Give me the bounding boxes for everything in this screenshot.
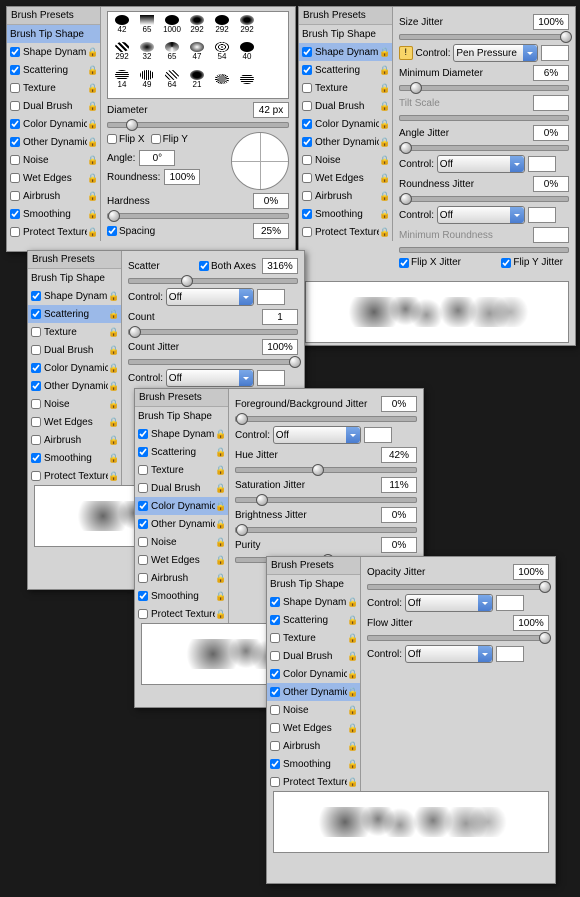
fgbg-control-select[interactable]: Off — [273, 426, 361, 444]
si-other-sel[interactable]: Other Dynamics🔒 — [267, 683, 360, 701]
fgbg-label: Foreground/Background Jitter — [235, 399, 367, 410]
fgbg-input[interactable] — [381, 396, 417, 412]
bp-header[interactable]: Brush Presets — [299, 7, 392, 25]
lock-icon: 🔒 — [87, 47, 97, 58]
si-wet[interactable]: Wet Edges🔒 — [7, 169, 100, 187]
si-dual[interactable]: Dual Brush🔒 — [7, 97, 100, 115]
opacity-control-select[interactable]: Off — [405, 594, 493, 612]
flipy-jitter[interactable]: Flip Y Jitter — [501, 257, 563, 268]
opacity-label: Opacity Jitter — [367, 567, 425, 578]
diameter-input[interactable] — [253, 102, 289, 118]
si-scatter[interactable]: Scattering🔒 — [7, 61, 100, 79]
hardness-input[interactable] — [253, 193, 289, 209]
cjitter-control-select[interactable]: Off — [166, 369, 254, 387]
opacity-input[interactable] — [513, 564, 549, 580]
angle-widget[interactable]: ▶ — [231, 132, 289, 190]
angle-control-select[interactable]: Off — [437, 155, 525, 173]
tip-shape[interactable]: Brush Tip Shape — [7, 25, 100, 43]
spacing-input[interactable] — [253, 223, 289, 239]
roundness-input[interactable] — [164, 169, 200, 185]
panel-shape-dynamics: Brush Presets Brush Tip Shape Shape Dyna… — [298, 6, 576, 346]
preview — [305, 281, 569, 343]
flow-input[interactable] — [513, 615, 549, 631]
panel-brush-tip: Brush Presets Brush Tip Shape Shape Dyna… — [6, 6, 296, 252]
round-control-select[interactable]: Off — [437, 206, 525, 224]
size-jitter-input[interactable] — [533, 14, 569, 30]
purity-input[interactable] — [381, 537, 417, 553]
size-control-select[interactable]: Pen Pressure — [453, 44, 538, 62]
si-noise[interactable]: Noise🔒 — [7, 151, 100, 169]
si-texture[interactable]: Texture🔒 — [7, 79, 100, 97]
si-other[interactable]: Other Dynamics🔒 — [7, 133, 100, 151]
flipx-jitter[interactable]: Flip X Jitter — [399, 257, 461, 268]
preview — [273, 791, 549, 853]
min-dia-input[interactable] — [533, 65, 569, 81]
flipx[interactable]: Flip X — [107, 134, 145, 145]
count-jitter-input[interactable] — [262, 339, 298, 355]
si-color[interactable]: Color Dynamics🔒 — [7, 115, 100, 133]
angle-input[interactable] — [139, 150, 175, 166]
count-input[interactable] — [262, 309, 298, 325]
si-shape[interactable]: Shape Dynamics🔒 — [7, 43, 100, 61]
flow-control-select[interactable]: Off — [405, 645, 493, 663]
scatter-control-select[interactable]: Off — [166, 288, 254, 306]
tip[interactable]: Brush Tip Shape — [299, 25, 392, 43]
brush-swatches[interactable]: 42651000292292292 2923265475440 14496421 — [107, 11, 289, 99]
both-axes[interactable]: Both Axes — [199, 261, 256, 272]
hue-input[interactable] — [381, 447, 417, 463]
sidebar: Brush Presets Brush Tip Shape Shape Dyna… — [7, 7, 101, 241]
si-color-sel[interactable]: Color Dynamics🔒 — [135, 497, 228, 515]
si-shape[interactable]: Shape Dynamics🔒 — [299, 43, 392, 61]
diameter-label: Diameter — [107, 105, 148, 116]
si-air[interactable]: Airbrush🔒 — [7, 187, 100, 205]
size-jitter-label: Size Jitter — [399, 17, 443, 28]
panel-other-dynamics: Brush Presets Brush Tip Shape Shape Dyna… — [266, 556, 556, 884]
si-smooth[interactable]: Smoothing🔒 — [7, 205, 100, 223]
hardness-slider[interactable] — [107, 213, 289, 219]
flipy[interactable]: Flip Y — [151, 134, 188, 145]
scatter-input[interactable] — [262, 258, 298, 274]
diameter-slider[interactable] — [107, 122, 289, 128]
angle-jitter-input[interactable] — [533, 125, 569, 141]
spacing-chk[interactable]: Spacing — [107, 226, 155, 237]
sat-input[interactable] — [381, 477, 417, 493]
si-scattering-sel[interactable]: Scattering🔒 — [28, 305, 121, 323]
warning-icon: ! — [399, 46, 413, 60]
brush-presets-header[interactable]: Brush Presets — [7, 7, 100, 25]
round-jitter-input[interactable] — [533, 176, 569, 192]
scatter-label: Scatter — [128, 261, 160, 272]
si-protect[interactable]: Protect Texture🔒 — [7, 223, 100, 241]
bri-input[interactable] — [381, 507, 417, 523]
